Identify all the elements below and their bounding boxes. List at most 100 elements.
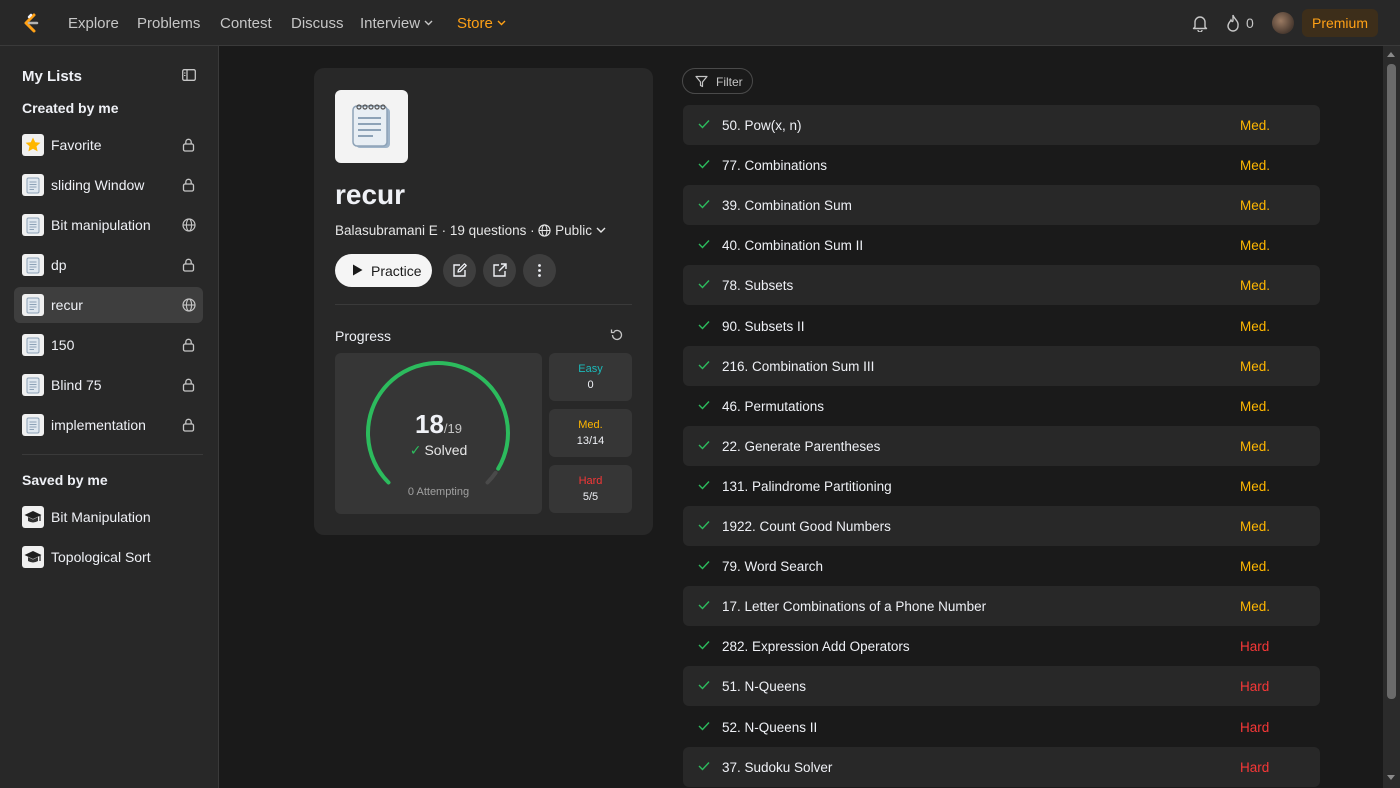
question-difficulty: Med. [1240,398,1271,414]
nav-problems[interactable]: Problems [137,15,200,32]
question-row[interactable]: 37. Sudoku Solver Hard [683,746,1320,787]
check-icon [698,360,710,370]
question-title[interactable]: 77. Combinations [722,158,827,173]
check-icon [698,561,710,570]
filter-button[interactable]: Filter [682,68,753,94]
sidebar-item-150[interactable]: 150 [14,327,203,363]
question-row[interactable]: 90. Subsets II Med. [683,306,1320,346]
bell-icon[interactable] [1192,14,1208,32]
question-title[interactable]: 216. Combination Sum III [722,359,874,374]
question-row[interactable]: 46. Permutations Med. [683,386,1320,426]
question-row[interactable]: 52. N-Queens II Hard [683,707,1320,747]
reset-icon[interactable] [610,328,624,342]
scroll-up-arrow[interactable] [1387,52,1395,57]
sidebar-collapse-icon[interactable] [182,69,196,81]
question-row[interactable]: 50. Pow(x, n) Med. [683,105,1320,145]
nav-discuss[interactable]: Discuss [291,15,344,32]
question-difficulty: Med. [1240,599,1271,615]
question-title[interactable]: 17. Letter Combinations of a Phone Numbe… [722,599,986,614]
notepad-icon [26,297,40,314]
list-thumbnail [22,506,44,528]
question-title[interactable]: 40. Combination Sum II [722,238,863,253]
visibility-dropdown[interactable]: Public [538,223,606,238]
question-row[interactable]: 39. Combination Sum Med. [683,185,1320,226]
practice-button[interactable]: Practice [335,254,432,287]
visibility-indicator [182,178,195,197]
nav-store[interactable]: Store [457,15,506,32]
question-title[interactable]: 39. Combination Sum [722,198,852,213]
question-title[interactable]: 50. Pow(x, n) [722,118,802,133]
question-title[interactable]: 282. Expression Add Operators [722,639,910,654]
streak-counter[interactable]: 0 [1226,14,1254,35]
visibility-indicator [182,138,195,157]
solved-number: 18 [415,409,444,439]
check-icon [698,280,710,289]
question-title[interactable]: 78. Subsets [722,278,793,293]
notepad-icon [26,337,40,354]
sidebar-saved-bit-manipulation[interactable]: Bit Manipulation [14,499,203,535]
question-title[interactable]: 51. N-Queens [722,679,806,694]
question-title[interactable]: 131. Palindrome Partitioning [722,479,892,494]
scroll-down-arrow[interactable] [1387,775,1395,780]
page-scrollbar[interactable] [1383,46,1400,788]
question-row[interactable]: 216. Combination Sum III Med. [683,345,1320,386]
question-title[interactable]: 1922. Count Good Numbers [722,519,891,534]
question-title[interactable]: 22. Generate Parentheses [722,439,880,454]
sidebar-item-label: implementation [51,417,146,433]
sidebar-item-favorite[interactable]: Favorite [14,127,203,163]
nav-contest[interactable]: Contest [220,15,272,32]
chevron-down-icon [497,20,506,26]
question-difficulty: Med. [1240,118,1271,133]
check-icon [698,681,710,690]
question-count: 19 questions [449,223,527,238]
question-row[interactable]: 1922. Count Good Numbers Med. [683,506,1320,546]
sidebar-saved-topological-sort[interactable]: Topological Sort [14,539,203,575]
question-row[interactable]: 282. Expression Add Operators Hard [683,626,1320,666]
list-title: recur [335,179,406,210]
lock-icon [182,378,195,392]
nav-interview[interactable]: Interview [360,15,433,32]
check-icon [698,521,710,530]
list-thumbnail [22,546,44,568]
edit-button[interactable] [443,254,476,287]
medium-stat: Med. 13/14 [549,409,632,457]
list-thumbnail [22,294,44,316]
question-difficulty: Med. [1240,318,1271,334]
leetcode-logo-icon[interactable] [20,12,42,34]
question-title[interactable]: 90. Subsets II [722,319,805,334]
question-row[interactable]: 131. Palindrome Partitioning Med. [683,466,1320,506]
check-icon [698,320,710,330]
question-difficulty: Hard [1240,639,1270,655]
question-difficulty: Med. [1240,559,1271,575]
question-row[interactable]: 40. Combination Sum II Med. [683,225,1320,265]
visibility-indicator [182,378,195,397]
question-row[interactable]: 17. Letter Combinations of a Phone Numbe… [683,586,1320,627]
question-row[interactable]: 51. N-Queens Hard [683,666,1320,707]
sidebar-item-recur[interactable]: recur [14,287,203,323]
question-row[interactable]: 22. Generate Parentheses Med. [683,425,1320,466]
nav-explore[interactable]: Explore [68,15,119,32]
attempting-count: 0 Attempting [407,486,470,498]
sidebar-item-dp[interactable]: dp [14,247,203,283]
scroll-thumb[interactable] [1387,64,1396,699]
hard-label: Hard [578,475,603,487]
question-title[interactable]: 79. Word Search [722,559,823,574]
question-title[interactable]: 52. N-Queens II [722,720,817,735]
lock-icon [182,338,195,352]
more-options-button[interactable] [523,254,556,287]
question-row[interactable]: 78. Subsets Med. [683,265,1320,306]
sidebar-item-implementation[interactable]: implementation [14,407,203,443]
question-title[interactable]: 46. Permutations [722,399,824,414]
question-row[interactable]: 77. Combinations Med. [683,145,1320,185]
solved-label-text: Solved [424,442,468,458]
sidebar-item-sliding-window[interactable]: sliding Window [14,167,203,203]
share-button[interactable] [483,254,516,287]
sidebar-item-blind-75[interactable]: Blind 75 [14,367,203,403]
question-row[interactable]: 79. Word Search Med. [683,546,1320,586]
list-owner[interactable]: Balasubramani E [335,223,438,238]
sidebar-item-bit-manipulation[interactable]: Bit manipulation [14,207,203,243]
premium-button[interactable]: Premium [1302,9,1378,37]
avatar[interactable] [1272,12,1294,34]
sidebar-item-label: Bit Manipulation [51,509,151,525]
question-title[interactable]: 37. Sudoku Solver [722,760,832,775]
